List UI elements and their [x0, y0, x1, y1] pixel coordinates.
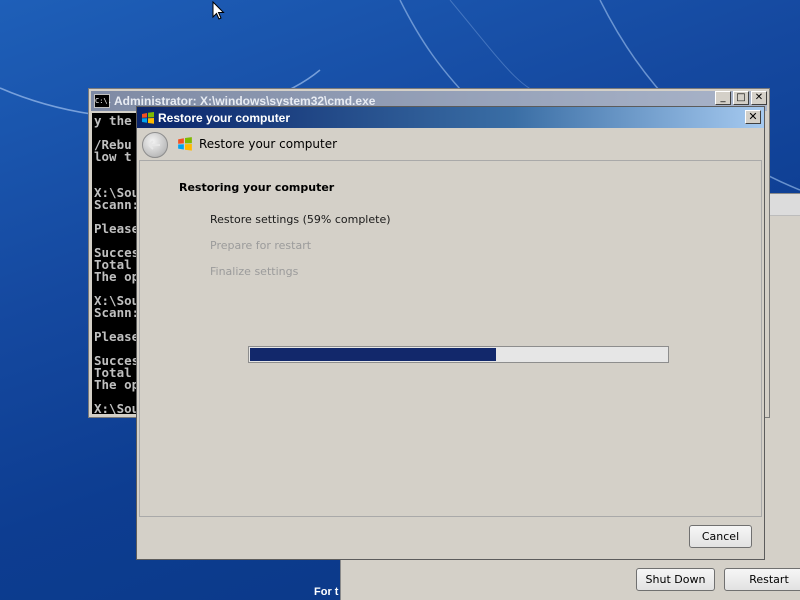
console-line: y the — [94, 113, 132, 128]
mouse-cursor-icon — [212, 1, 225, 20]
progress-bar — [248, 346, 669, 363]
console-line: Please — [94, 221, 140, 236]
setup-footer-text: For t — [314, 586, 339, 598]
back-button[interactable] — [142, 132, 168, 158]
minimize-button[interactable]: _ — [715, 91, 731, 105]
shut-down-button[interactable]: Shut Down — [636, 568, 715, 591]
step-prepare-restart: Prepare for restart — [210, 239, 312, 252]
close-icon[interactable]: ✕ — [745, 110, 761, 124]
step-finalize-settings: Finalize settings — [210, 265, 299, 278]
console-line: X:\Sou — [94, 401, 140, 414]
console-line: The op — [94, 269, 140, 284]
back-arrow-icon — [148, 140, 160, 150]
close-button[interactable]: ✕ — [751, 91, 767, 105]
restore-titlebar[interactable]: Restore your computer ✕ — [137, 107, 764, 128]
restore-dialog-title: Restore your computer — [158, 110, 291, 125]
restore-content-panel: Restoring your computer Restore settings… — [139, 160, 762, 517]
restore-dialog[interactable]: Restore your computer ✕ Restore your com… — [136, 106, 765, 560]
step-restore-settings: Restore settings (59% complete) — [210, 213, 391, 226]
progress-bar-fill — [250, 348, 497, 361]
console-line: low t — [94, 149, 132, 164]
windows-flag-icon — [178, 137, 192, 151]
dialog-footer: Cancel — [137, 518, 764, 560]
restoring-heading: Restoring your computer — [179, 181, 335, 194]
header-title: Restore your computer — [199, 137, 338, 151]
console-line: Scann: — [94, 305, 140, 320]
console-line: The op — [94, 377, 140, 392]
cancel-button[interactable]: Cancel — [689, 525, 752, 548]
cmd-console-output[interactable]: y the/Rebu low t X:\Sou Scann: Please Succes T… — [92, 113, 140, 414]
console-line: Scann: — [94, 197, 140, 212]
cmd-window-controls: _ □ ✕ — [715, 91, 767, 105]
restart-button[interactable]: Restart — [724, 568, 800, 591]
windows-flag-icon — [142, 111, 154, 124]
cmd-icon: C:\. — [94, 94, 112, 108]
desktop: Shut Down Restart For t C:\. Administrat… — [0, 0, 800, 600]
maximize-button[interactable]: □ — [733, 91, 749, 105]
console-line: Please — [94, 329, 140, 344]
